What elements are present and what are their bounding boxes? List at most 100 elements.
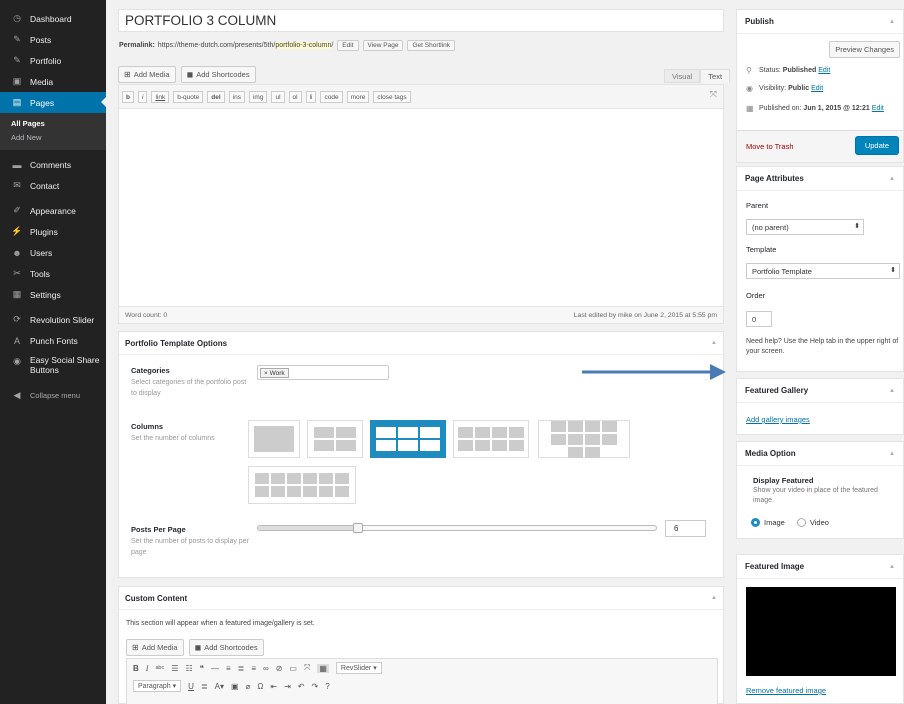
remove-featured-image-link[interactable]: Remove featured image [746,686,826,695]
radio-video-control[interactable] [796,518,806,527]
categories-input[interactable]: × Work [257,365,389,380]
columns-option-5[interactable] [538,420,630,458]
quicktag-more-button[interactable]: more [346,90,370,103]
tab-visual[interactable]: Visual [664,69,701,83]
special-character-icon[interactable]: Ω [257,682,263,691]
read-more-icon[interactable]: ▭ [289,664,297,673]
view-page-button[interactable]: View Page [362,39,404,51]
sidebar-item-settings[interactable]: ▦ Settings [0,284,106,305]
blockquote-icon[interactable]: ❝ [200,664,204,673]
strikethrough-icon[interactable]: ᵃᵇᶜ [155,664,164,673]
permalink-base[interactable]: https://theme-dutch.com/presents/5th/ [158,42,276,49]
visibility-edit-link[interactable]: Edit [811,85,823,92]
add-shortcodes-button[interactable]: ◼ Add Shortcodes [180,66,256,83]
fullscreen-icon[interactable]: ⤧ [710,89,717,100]
sidebar-item-collapse-menu[interactable]: ◀ Collapse menu [0,385,106,406]
sidebar-item-appearance[interactable]: ✐ Appearance [0,200,106,221]
sidebar-item-posts[interactable]: ✎ Posts [0,29,106,50]
unlink-icon[interactable]: ⊘ [276,664,283,673]
help-icon[interactable]: ? [325,682,329,691]
submenu-item-all-pages[interactable]: All Pages [0,117,106,131]
columns-option-3[interactable] [370,420,446,458]
permalink-slug[interactable]: portfolio-3-column [275,41,332,49]
underline-icon[interactable]: U [188,682,194,691]
sidebar-item-comments[interactable]: ▬ Comments [0,154,106,175]
columns-option-4[interactable] [453,420,529,458]
quicktag-b-button[interactable]: b [122,90,134,103]
quicktag-ul-button[interactable]: ul [271,90,285,103]
add-media-button[interactable]: ⊞ Add Media [118,66,176,83]
sidebar-item-dashboard[interactable]: ◷ Dashboard [0,8,106,29]
quicktag-ol-button[interactable]: ol [288,90,302,103]
sidebar-item-users[interactable]: ☻ Users [0,242,106,263]
sidebar-item-tools[interactable]: ✂ Tools [0,263,106,284]
status-edit-link[interactable]: Edit [818,67,830,74]
quicktag-li-button[interactable]: li [305,90,317,103]
slider-handle[interactable] [352,523,363,533]
posts-per-page-input[interactable]: 6 [665,520,706,537]
collapse-toggle-icon[interactable]: ▲ [889,451,895,457]
collapse-toggle-icon[interactable]: ▲ [889,388,895,394]
quicktag-b-quote-button[interactable]: b-quote [173,90,204,103]
columns-option-1[interactable] [248,420,300,458]
featured-image-header[interactable]: Featured Image ▲ [737,555,903,579]
horizontal-line-icon[interactable]: — [211,664,219,673]
revslider-button[interactable]: RevSlider ▾ [335,662,382,674]
quicktag-link-button[interactable]: link [151,90,170,103]
bullet-list-icon[interactable]: ☰ [171,664,178,673]
bold-icon[interactable]: B [133,664,139,673]
cc-add-shortcodes-button[interactable]: ◼ Add Shortcodes [188,639,264,656]
quicktag-close-tags-button[interactable]: close tags [373,90,411,103]
sidebar-item-plugins[interactable]: ⚡ Plugins [0,221,106,242]
portfolio-options-header[interactable]: Portfolio Template Options ▲ [119,332,723,355]
collapse-toggle-icon[interactable]: ▲ [711,595,717,601]
italic-icon[interactable]: I [146,664,149,673]
cc-add-media-button[interactable]: ⊞ Add Media [126,639,184,656]
clear-formatting-icon[interactable]: ⌀ [246,682,251,691]
indent-icon[interactable]: ⇥ [284,682,291,691]
collapse-toggle-icon[interactable]: ▲ [711,340,717,346]
paste-text-icon[interactable]: ▣ [231,682,239,691]
custom-content-header[interactable]: Custom Content ▲ [119,587,723,610]
sidebar-item-media[interactable]: ▣ Media [0,71,106,92]
page-attributes-header[interactable]: Page Attributes ▲ [737,167,903,191]
justify-icon[interactable]: ≣ [201,682,208,691]
move-to-trash-link[interactable]: Move to Trash [746,142,794,151]
radio-image-control[interactable] [751,518,760,527]
category-token-work[interactable]: × Work [260,368,289,378]
sidebar-item-punch-fonts[interactable]: A Punch Fonts [0,330,106,351]
align-center-icon[interactable]: ≣ [238,664,245,673]
preview-changes-button[interactable]: Preview Changes [829,41,900,58]
update-button[interactable]: Update [854,136,899,155]
fullscreen-icon[interactable]: ⤧ [304,663,310,673]
posts-per-page-slider[interactable] [257,523,657,533]
template-select[interactable]: Portfolio Template ⬍ [746,263,900,279]
sidebar-item-revolution-slider[interactable]: ⟳ Revolution Slider [0,309,106,330]
toolbar-toggle-icon[interactable]: ▦ [317,663,329,673]
publish-header[interactable]: Publish ▲ [737,10,903,34]
quicktag-i-button[interactable]: i [137,90,148,103]
columns-option-2[interactable] [307,420,363,458]
paragraph-format-select[interactable]: Paragraph ▾ [133,680,182,692]
get-shortlink-button[interactable]: Get Shortlink [407,39,456,51]
tab-text[interactable]: Text [700,69,731,83]
redo-icon[interactable]: ↷ [311,682,318,691]
text-color-icon[interactable]: A▾ [215,682,224,691]
link-icon[interactable]: ∞ [263,664,269,673]
content-editor[interactable]: b i link b-quote del ins img ul ol li code more clos… [118,84,724,324]
sidebar-item-portfolio[interactable]: ✎ Portfolio [0,50,106,71]
numbered-list-icon[interactable]: ☷ [185,664,192,673]
quicktag-ins-button[interactable]: ins [228,90,245,103]
align-right-icon[interactable]: ≡ [251,664,256,673]
collapse-toggle-icon[interactable]: ▲ [889,176,895,182]
add-gallery-images-link[interactable]: Add gallery images [746,415,810,424]
outdent-icon[interactable]: ⇤ [270,682,277,691]
media-option-header[interactable]: Media Option ▲ [737,442,903,466]
sidebar-item-pages[interactable]: ▤ Pages [0,92,106,113]
radio-image[interactable]: Image [751,518,785,527]
post-title-input[interactable]: PORTFOLIO 3 COLUMN [118,9,724,32]
undo-icon[interactable]: ↶ [298,682,305,691]
permalink-edit-button[interactable]: Edit [337,39,359,51]
quicktag-code-button[interactable]: code [320,90,343,103]
featured-gallery-header[interactable]: Featured Gallery ▲ [737,379,903,403]
